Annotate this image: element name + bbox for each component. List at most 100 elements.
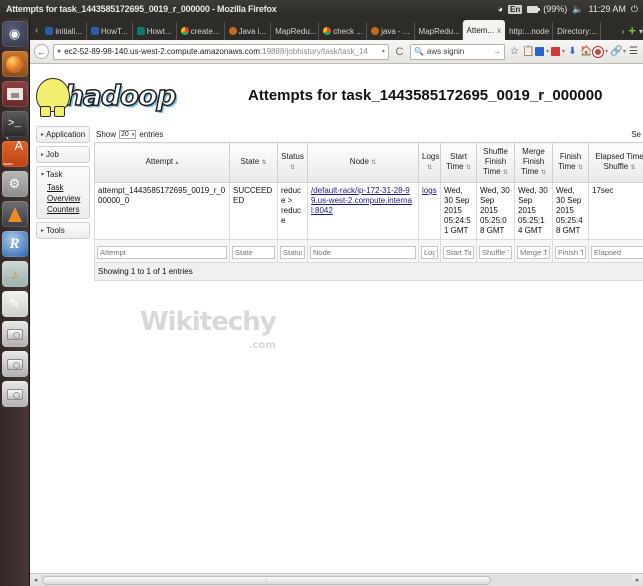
browser-tab[interactable]: http:...node <box>505 22 553 40</box>
save-icon[interactable] <box>535 47 544 56</box>
back-button[interactable]: ← <box>34 44 49 59</box>
clock[interactable]: 11:29 AM <box>589 4 626 14</box>
filter-cell[interactable] <box>477 240 515 263</box>
filter-cell[interactable] <box>589 240 643 263</box>
browser-tab[interactable]: Directory:... <box>553 22 601 40</box>
launcher-item-terminal[interactable]: >_ <box>2 111 28 137</box>
sidebar-group-header[interactable]: ▸Application <box>41 130 85 139</box>
launcher-item-music-player[interactable]: ♪ <box>2 261 28 287</box>
filter-cell[interactable] <box>278 240 308 263</box>
column-header[interactable]: Start Time ⇅ <box>441 143 477 183</box>
browser-tab[interactable]: Howt... <box>133 22 177 40</box>
power-icon[interactable]: ⏻ <box>631 4 638 15</box>
filter-cell[interactable] <box>308 240 419 263</box>
link-icon[interactable]: 🔗 <box>610 46 621 57</box>
keyboard-layout-indicator[interactable]: En <box>508 5 522 14</box>
sidebar-item-task[interactable]: Task <box>47 182 85 193</box>
column-filter-input[interactable] <box>479 246 512 259</box>
node-link[interactable]: /default-rack/ip-172-31-28-99.us-west-2.… <box>311 186 412 215</box>
sidebar-group-job[interactable]: ▸Job <box>36 146 90 163</box>
sort-arrow-icon[interactable]: ⇅ <box>503 170 508 176</box>
column-filter-input[interactable] <box>280 246 305 259</box>
launcher-item-software-center[interactable]: ｀A－ <box>2 141 28 167</box>
launcher-item-disk-3[interactable] <box>2 381 28 407</box>
browser-tab[interactable]: java - ... <box>367 22 414 40</box>
column-header[interactable]: Attempt ▴ <box>95 143 230 183</box>
sort-arrow-icon[interactable]: ⇅ <box>371 160 376 166</box>
save-caret-icon[interactable]: ▾ <box>546 48 549 55</box>
sidebar-group-header[interactable]: ▸Job <box>41 150 85 159</box>
column-header[interactable]: Status ⇅ <box>278 143 308 183</box>
addon-caret-icon[interactable]: ▾ <box>562 48 565 55</box>
column-header[interactable]: Logs ⇅ <box>419 143 441 183</box>
search-input-value[interactable]: aws signin <box>427 47 464 56</box>
scroll-left-arrow-icon[interactable]: ◂ <box>30 576 41 584</box>
new-tab-button[interactable]: + <box>624 23 639 40</box>
launcher-item-text-editor[interactable]: ✎ <box>2 291 28 317</box>
entries-per-page-select[interactable]: 20 ▾ <box>119 130 136 139</box>
column-filter-input[interactable] <box>232 246 275 259</box>
column-header[interactable]: Finish Time ⇅ <box>553 143 589 183</box>
sort-arrow-icon[interactable]: ▴ <box>175 160 178 166</box>
horizontal-scrollbar[interactable]: ◂ ∶ ▸ <box>30 573 643 586</box>
cell-node[interactable]: /default-rack/ip-172-31-28-99.us-west-2.… <box>308 183 419 240</box>
column-filter-input[interactable] <box>555 246 586 259</box>
sidebar-group-tools[interactable]: ▸Tools <box>36 222 90 239</box>
filter-cell[interactable] <box>515 240 553 263</box>
home-icon[interactable]: 🏠 <box>580 46 591 57</box>
launcher-item-dash-home[interactable]: ◉ <box>2 21 28 47</box>
sidebar-item-overview[interactable]: Overview <box>47 193 85 204</box>
sort-arrow-icon[interactable]: ⇅ <box>541 170 546 176</box>
sort-arrow-icon[interactable]: ⇅ <box>290 165 295 171</box>
address-bar[interactable]: ● ec2-52-89-98-140.us-west-2.compute.ama… <box>53 44 389 60</box>
reader-mode-icon[interactable]: 📋 <box>522 46 533 57</box>
search-go-icon[interactable]: → <box>493 47 501 56</box>
browser-tab[interactable]: MapRedu... <box>415 22 463 40</box>
launcher-item-system-settings[interactable]: ⚙ <box>2 171 28 197</box>
browser-tab[interactable]: check ... <box>319 22 367 40</box>
scrollbar-thumb[interactable]: ∶ <box>42 576 491 585</box>
browser-tab[interactable]: HowT... <box>87 22 133 40</box>
column-filter-input[interactable] <box>517 246 550 259</box>
filter-cell[interactable] <box>553 240 589 263</box>
battery-icon[interactable] <box>527 6 538 13</box>
adblock-caret-icon[interactable]: ▾ <box>605 48 608 55</box>
reload-button[interactable]: C <box>393 46 406 58</box>
browser-tab[interactable]: MapRedu... <box>271 22 319 40</box>
filter-cell[interactable] <box>419 240 441 263</box>
url-history-caret-icon[interactable]: ▾ <box>382 48 385 55</box>
column-filter-input[interactable] <box>310 246 416 259</box>
site-identity-icon[interactable]: ● <box>57 48 61 55</box>
list-all-tabs-icon[interactable]: ▾ <box>639 27 643 40</box>
launcher-item-disk-2[interactable] <box>2 351 28 377</box>
menu-icon[interactable]: ☰ <box>628 46 639 57</box>
filter-cell[interactable] <box>441 240 477 263</box>
column-header[interactable]: Node ⇅ <box>308 143 419 183</box>
scrollbar-track[interactable]: ∶ <box>41 575 632 586</box>
column-header[interactable]: Elapsed Time Shuffle ⇅ <box>589 143 643 183</box>
column-header[interactable]: Shuffle Finish Time ⇅ <box>477 143 515 183</box>
tab-scroll-left-icon[interactable]: ‹ <box>32 25 41 40</box>
browser-tab[interactable]: create... <box>177 22 225 40</box>
launcher-item-files[interactable] <box>2 81 28 107</box>
sidebar-group-header[interactable]: ▸Tools <box>41 226 85 235</box>
sidebar-group-task[interactable]: ▾TaskTaskOverviewCounters <box>36 166 90 219</box>
sort-arrow-icon[interactable]: ⇅ <box>427 165 432 171</box>
adblock-icon[interactable] <box>593 47 603 57</box>
volume-icon[interactable]: 🔈 <box>572 4 583 15</box>
logs-link[interactable]: logs <box>422 186 437 195</box>
browser-tab[interactable]: Java i... <box>225 22 272 40</box>
download-icon[interactable]: ⬇ <box>567 46 578 57</box>
column-filter-input[interactable] <box>421 246 438 259</box>
column-header[interactable]: State ⇅ <box>230 143 278 183</box>
launcher-item-firefox[interactable] <box>2 51 28 77</box>
sort-arrow-icon[interactable]: ⇅ <box>261 160 266 166</box>
column-filter-input[interactable] <box>591 246 643 259</box>
sort-arrow-icon[interactable]: ⇅ <box>466 165 471 171</box>
launcher-item-disk-1[interactable] <box>2 321 28 347</box>
browser-tab[interactable]: initiali... <box>41 22 87 40</box>
launcher-item-r-app[interactable]: R <box>2 231 28 257</box>
bookmark-star-icon[interactable]: ☆ <box>509 46 520 57</box>
sidebar-group-application[interactable]: ▸Application <box>36 126 90 143</box>
sort-arrow-icon[interactable]: ⇅ <box>630 165 635 171</box>
